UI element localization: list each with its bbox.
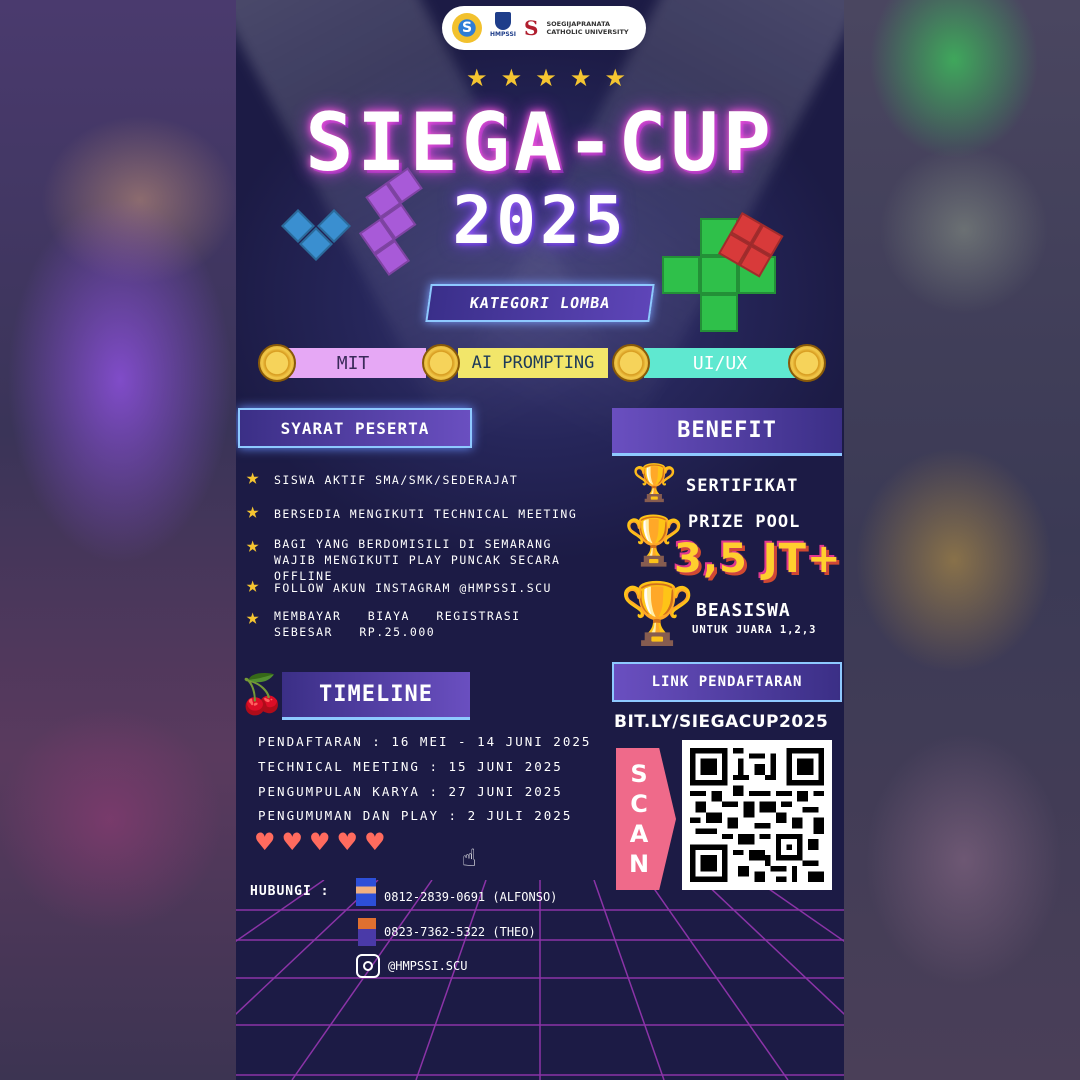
heart-icon: ♥: [254, 828, 276, 856]
qr-code-graphic: [690, 748, 824, 882]
character-icon: [358, 918, 376, 946]
hubungi-label: HUBUNGI :: [250, 884, 330, 899]
link-pendaftaran-header: LINK PENDAFTARAN: [612, 662, 842, 702]
star-icon: ★: [246, 465, 261, 490]
heart-icon: ♥: [364, 828, 386, 856]
contact-phone-alfonso[interactable]: 0812-2839-0691 (ALFONSO): [384, 890, 557, 904]
contact-instagram[interactable]: @HMPSSI.SCU: [388, 959, 467, 973]
star-icon: ★: [246, 605, 261, 630]
star-icon: ★: [466, 64, 488, 92]
prize-amount: 3,5 JT+: [674, 536, 842, 582]
siega-logo-icon: S: [452, 13, 482, 43]
pointer-hand-icon: ☝: [462, 844, 477, 872]
qr-code[interactable]: [682, 740, 832, 890]
timeline-item: PENDAFTARAN : 16 MEI - 14 JUNI 2025: [258, 734, 592, 749]
kategori-lomba-header: KATEGORI LOMBA: [425, 284, 655, 322]
syarat-peserta-header: SYARAT PESERTA: [238, 408, 472, 448]
requirement-item: ★ FOLLOW AKUN INSTAGRAM @HMPSSI.SCU: [246, 573, 552, 598]
kategori-list: MIT AI PROMPTING UI/UX: [236, 344, 844, 382]
kategori-ui-ux: UI/UX: [644, 348, 796, 378]
benefit-sertifikat: SERTIFIKAT: [686, 476, 799, 496]
heart-icon: ♥: [309, 828, 331, 856]
soegijapranata-mark: S: [524, 16, 539, 40]
hearts: ♥ ♥ ♥ ♥ ♥: [254, 828, 386, 856]
cherry-icon: 🍒: [238, 672, 286, 716]
heart-icon: ♥: [281, 828, 304, 856]
star-icon: ★: [500, 64, 523, 92]
beasiswa-note: UNTUK JUARA 1,2,3: [692, 624, 817, 636]
star-icon: ★: [569, 64, 592, 92]
coin-icon: [612, 344, 650, 382]
instagram-icon: [356, 954, 380, 978]
mario-icon: [356, 878, 376, 906]
coin-icon: [788, 344, 826, 382]
requirement-item: ★ BERSEDIA MENGIKUTI TECHNICAL MEETING: [246, 499, 578, 524]
coin-icon: [422, 344, 460, 382]
hmpssi-logo-icon: HMPSSI: [490, 12, 516, 44]
registration-link[interactable]: BIT.LY/SIEGACUP2025: [614, 712, 828, 732]
timeline-item: TECHNICAL MEETING : 15 JUNI 2025: [258, 759, 563, 774]
star-icon: ★: [604, 64, 626, 92]
blurred-background-left: [0, 0, 236, 1080]
coin-icon: [258, 344, 296, 382]
benefit-prize-pool: PRIZE POOL: [688, 512, 801, 532]
trophy-icon: 🏆: [620, 579, 695, 649]
requirement-item: ★ MEMBAYAR BIAYA REGISTRASI SEBESAR RP.2…: [246, 605, 521, 640]
contact-phone-theo[interactable]: 0823-7362-5322 (THEO): [384, 925, 536, 939]
timeline-item: PENGUMPULAN KARYA : 27 JUNI 2025: [258, 784, 563, 799]
grid-floor: [236, 880, 844, 1080]
star-icon: ★: [535, 64, 557, 92]
star-icon: ★: [246, 573, 261, 598]
timeline-item: PENGUMUMAN DAN PLAY : 2 JULI 2025: [258, 808, 573, 823]
benefit-header: BENEFIT: [612, 408, 842, 456]
benefit-beasiswa: BEASISWA: [696, 600, 791, 621]
kategori-mit: MIT: [280, 348, 426, 378]
trophy-icon: 🏆: [632, 463, 677, 504]
siega-cup-poster: S HMPSSI S SOEGIJAPRANATA CATHOLIC UNIVE…: [236, 0, 844, 1080]
star-icon: ★: [246, 499, 261, 524]
sponsor-logos: S HMPSSI S SOEGIJAPRANATA CATHOLIC UNIVE…: [442, 6, 646, 50]
timeline-header: TIMELINE: [282, 672, 470, 720]
kategori-ai-prompting: AI PROMPTING: [458, 348, 608, 378]
rating-stars: ★ ★ ★ ★ ★: [466, 64, 626, 92]
requirement-item: ★ SISWA AKTIF SMA/SMK/SEDERAJAT: [246, 465, 519, 490]
heart-icon: ♥: [336, 828, 359, 856]
scan-arrow: S C A N: [616, 748, 676, 890]
soegijapranata-name: SOEGIJAPRANATA CATHOLIC UNIVERSITY: [546, 20, 629, 36]
blurred-background-right: [844, 0, 1080, 1080]
event-title: SIEGA-CUP: [305, 96, 775, 189]
